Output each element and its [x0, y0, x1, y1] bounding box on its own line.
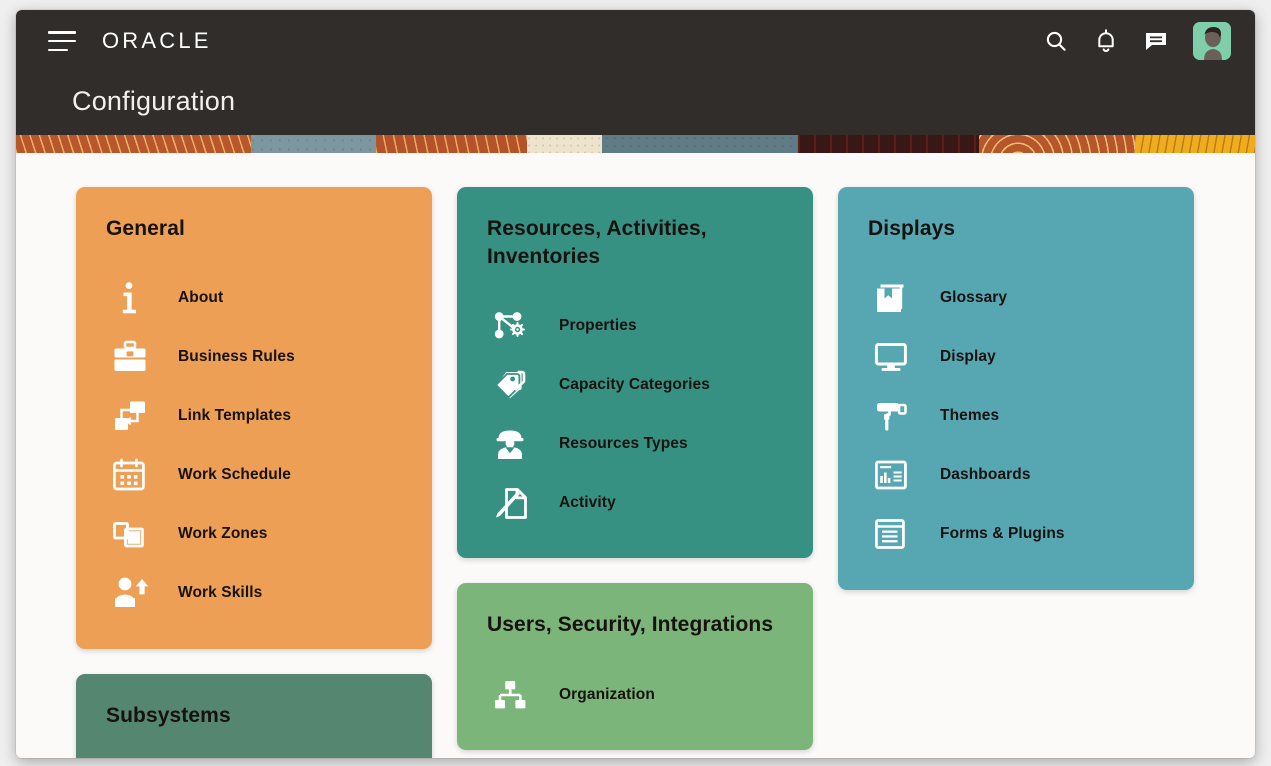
card-item-label: Dashboards	[940, 466, 1031, 484]
card-item-label: Themes	[940, 407, 1000, 425]
tags-icon	[487, 368, 539, 402]
properties-icon	[487, 309, 539, 343]
card-item-properties[interactable]: Properties	[487, 296, 785, 355]
banner-segment	[602, 135, 799, 153]
card-subsystems: Subsystems	[76, 673, 432, 758]
card-item-glossary[interactable]: Glossary	[868, 269, 1166, 328]
card-item-label: About	[178, 289, 224, 307]
header-top-bar: ORACLE	[16, 10, 1255, 72]
card-columns: General About Business Rules Link Templates…	[16, 187, 1255, 758]
card-item-capacity-categories[interactable]: Capacity Categories	[487, 355, 785, 414]
work-zones-icon	[106, 517, 158, 551]
paint-roller-icon	[868, 399, 920, 433]
card-title: General	[106, 217, 185, 240]
card-item-organization[interactable]: Organization	[487, 665, 785, 724]
card-item-label: Resources Types	[559, 434, 688, 452]
card-item-label: Capacity Categories	[559, 375, 710, 393]
card-item-resources-types[interactable]: Resources Types	[487, 414, 785, 473]
monitor-icon	[868, 341, 920, 373]
card-item-display[interactable]: Display	[868, 328, 1166, 387]
card-item-work-schedule[interactable]: Work Schedule	[106, 446, 404, 505]
hamburger-icon[interactable]	[48, 31, 76, 51]
card-title: Users, Security, Integrations	[487, 613, 774, 637]
messages-icon[interactable]	[1143, 28, 1169, 54]
card-item-list: Organization	[487, 665, 785, 724]
card-item-about[interactable]: About	[106, 269, 404, 328]
card-title: Subsystems	[106, 703, 231, 727]
card-item-label: Glossary	[940, 289, 1008, 307]
card-title: Displays	[868, 217, 956, 240]
card-item-label: Work Schedule	[178, 466, 291, 484]
banner-segment	[527, 135, 603, 153]
card-item-label: Business Rules	[178, 348, 295, 366]
card-users-security-integrations: Users, Security, Integrations Organizatio…	[457, 583, 813, 751]
column-middle: Resources, Activities, Inventories Proper…	[457, 187, 813, 758]
card-item-label: Activity	[559, 493, 616, 511]
banner-segment	[978, 135, 1135, 153]
card-item-themes[interactable]: Themes	[868, 387, 1166, 446]
search-icon[interactable]	[1043, 28, 1069, 54]
card-item-label: Work Zones	[178, 525, 268, 543]
card-item-work-zones[interactable]: Work Zones	[106, 505, 404, 564]
column-right: Displays Glossary Display Themes Dashboards F…	[838, 187, 1194, 758]
banner-segment	[798, 135, 979, 153]
briefcase-icon	[106, 340, 158, 374]
decorative-banner	[16, 135, 1255, 153]
card-title: Resources, Activities, Inventories	[487, 217, 707, 268]
card-item-list: About Business Rules Link Templates Work Sc…	[106, 269, 404, 623]
card-item-label: Link Templates	[178, 407, 292, 425]
notifications-icon[interactable]	[1093, 28, 1119, 54]
book-icon	[868, 282, 920, 314]
card-item-work-skills[interactable]: Work Skills	[106, 564, 404, 623]
link-templates-icon	[106, 399, 158, 433]
banner-segment	[250, 135, 377, 153]
card-item-forms-plugins[interactable]: Forms & Plugins	[868, 505, 1166, 564]
work-skills-icon	[106, 576, 158, 610]
column-left: General About Business Rules Link Templates…	[76, 187, 432, 758]
organization-icon	[487, 679, 539, 711]
user-avatar[interactable]	[1193, 22, 1231, 60]
card-item-label: Display	[940, 348, 996, 366]
card-item-dashboards[interactable]: Dashboards	[868, 446, 1166, 505]
forms-icon	[868, 518, 920, 550]
app-window: ORACLE Configuration General About Busin…	[16, 10, 1255, 758]
card-displays: Displays Glossary Display Themes Dashboards F…	[838, 187, 1194, 590]
oracle-logo[interactable]: ORACLE	[102, 28, 212, 54]
info-icon	[106, 280, 158, 316]
worker-icon	[487, 427, 539, 461]
card-general: General About Business Rules Link Templates…	[76, 187, 432, 649]
calendar-icon	[106, 458, 158, 492]
configuration-content: General About Business Rules Link Templates…	[16, 153, 1255, 758]
card-resources-activities-inventories: Resources, Activities, Inventories Proper…	[457, 187, 813, 559]
banner-segment	[376, 135, 528, 153]
card-item-label: Forms & Plugins	[940, 525, 1065, 543]
banner-segment	[16, 135, 251, 153]
card-item-list: Properties Capacity Categories Resources T…	[487, 296, 785, 532]
card-item-list: Glossary Display Themes Dashboards Forms & P…	[868, 269, 1166, 564]
card-item-business-rules[interactable]: Business Rules	[106, 328, 404, 387]
card-item-label: Organization	[559, 685, 655, 703]
app-header: ORACLE Configuration	[16, 10, 1255, 135]
card-item-label: Properties	[559, 316, 637, 334]
page-title: Configuration	[72, 86, 236, 116]
card-item-label: Work Skills	[178, 584, 263, 602]
dashboard-icon	[868, 460, 920, 490]
banner-segment	[1134, 135, 1255, 153]
card-item-activity[interactable]: Activity	[487, 473, 785, 532]
activity-icon	[487, 486, 539, 520]
header-actions	[1043, 22, 1231, 60]
card-item-link-templates[interactable]: Link Templates	[106, 387, 404, 446]
